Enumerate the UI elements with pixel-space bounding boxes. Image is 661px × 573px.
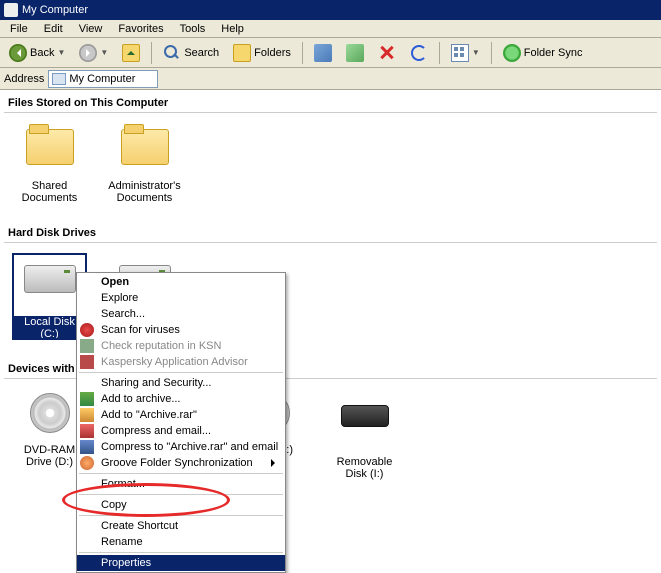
archive-icon [80, 440, 94, 454]
group-files-stored: Files Stored on This Computer [4, 94, 657, 113]
window-title: My Computer [22, 4, 88, 16]
advisor-icon [80, 355, 94, 369]
cm-properties[interactable]: Properties [77, 555, 285, 571]
views-button[interactable]: ▼ [446, 41, 485, 65]
separator [79, 515, 283, 516]
context-menu: Open Explore Search... Scan for viruses … [76, 272, 286, 573]
menu-file[interactable]: File [4, 22, 34, 36]
item-label: Shared Documents [12, 180, 87, 204]
folders-label: Folders [254, 47, 291, 59]
archive-icon [80, 424, 94, 438]
search-icon [163, 44, 181, 62]
item-admin-documents[interactable]: Administrator's Documents [107, 123, 182, 204]
menu-edit[interactable]: Edit [38, 22, 69, 36]
up-icon [122, 44, 140, 62]
archive-icon [80, 392, 94, 406]
copy-to-button[interactable] [341, 41, 369, 65]
cm-format[interactable]: Format... [77, 476, 285, 492]
move-to-button[interactable] [309, 41, 337, 65]
archive-icon [80, 408, 94, 422]
chevron-right-icon [271, 459, 279, 467]
item-label: Removable Disk (I:) [327, 456, 402, 480]
item-label: Administrator's Documents [107, 180, 182, 204]
cm-kaspersky-advisor: Kaspersky Application Advisor [77, 354, 285, 370]
undo-button[interactable] [405, 41, 433, 65]
delete-button[interactable] [373, 41, 401, 65]
title-bar: My Computer [0, 0, 661, 20]
separator [151, 42, 152, 64]
folder-sync-button[interactable]: Folder Sync [498, 41, 588, 65]
separator [79, 372, 283, 373]
copy-icon [346, 44, 364, 62]
separator [79, 494, 283, 495]
forward-button[interactable]: ▼ [74, 41, 113, 65]
address-value: My Computer [69, 73, 135, 85]
chevron-down-icon: ▼ [472, 48, 480, 57]
menu-favorites[interactable]: Favorites [112, 22, 169, 36]
separator [79, 473, 283, 474]
address-input[interactable]: My Computer [48, 70, 158, 88]
cm-scan-viruses[interactable]: Scan for viruses [77, 322, 285, 338]
computer-icon [4, 3, 18, 17]
folders-icon [233, 44, 251, 62]
separator [79, 552, 283, 553]
toolbar: Back ▼ ▼ Search Folders ▼ Folder Sync [0, 38, 661, 68]
cm-copy[interactable]: Copy [77, 497, 285, 513]
separator [491, 42, 492, 64]
cm-open[interactable]: Open [77, 274, 285, 290]
separator [302, 42, 303, 64]
item-removable-i[interactable]: Removable Disk (I:) [327, 389, 402, 480]
group-hard-drives: Hard Disk Drives [4, 224, 657, 243]
cm-add-rar[interactable]: Add to "Archive.rar" [77, 407, 285, 423]
cm-compress-email[interactable]: Compress and email... [77, 423, 285, 439]
cm-explore[interactable]: Explore [77, 290, 285, 306]
check-icon [80, 339, 94, 353]
search-label: Search [184, 47, 219, 59]
cm-groove-sync[interactable]: Groove Folder Synchronization [77, 455, 285, 471]
address-label: Address [4, 73, 44, 85]
search-button[interactable]: Search [158, 41, 224, 65]
cm-create-shortcut[interactable]: Create Shortcut [77, 518, 285, 534]
back-label: Back [30, 47, 54, 59]
undo-icon [410, 44, 428, 62]
drive-icon [24, 265, 76, 293]
views-icon [451, 44, 469, 62]
item-shared-documents[interactable]: Shared Documents [12, 123, 87, 204]
menu-bar: File Edit View Favorites Tools Help [0, 20, 661, 38]
removable-icon [341, 405, 389, 427]
address-bar: Address My Computer [0, 68, 661, 90]
menu-tools[interactable]: Tools [174, 22, 212, 36]
folders-button[interactable]: Folders [228, 41, 296, 65]
folder-icon [26, 129, 74, 165]
cd-icon [30, 393, 70, 433]
folder-icon [121, 129, 169, 165]
menu-help[interactable]: Help [215, 22, 250, 36]
back-icon [9, 44, 27, 62]
cm-search[interactable]: Search... [77, 306, 285, 322]
cm-ksn: Check reputation in KSN [77, 338, 285, 354]
chevron-down-icon: ▼ [57, 48, 65, 57]
cm-compress-rar-email[interactable]: Compress to "Archive.rar" and email [77, 439, 285, 455]
menu-view[interactable]: View [73, 22, 109, 36]
separator [439, 42, 440, 64]
chevron-down-icon: ▼ [100, 48, 108, 57]
cm-rename[interactable]: Rename [77, 534, 285, 550]
move-icon [314, 44, 332, 62]
forward-icon [79, 44, 97, 62]
delete-icon [378, 44, 396, 62]
folder-sync-label: Folder Sync [524, 47, 583, 59]
up-button[interactable] [117, 41, 145, 65]
sync-icon [503, 44, 521, 62]
cm-sharing[interactable]: Sharing and Security... [77, 375, 285, 391]
back-button[interactable]: Back ▼ [4, 41, 70, 65]
virus-icon [80, 323, 94, 337]
groove-icon [80, 456, 94, 470]
computer-icon [52, 73, 66, 85]
cm-add-archive[interactable]: Add to archive... [77, 391, 285, 407]
